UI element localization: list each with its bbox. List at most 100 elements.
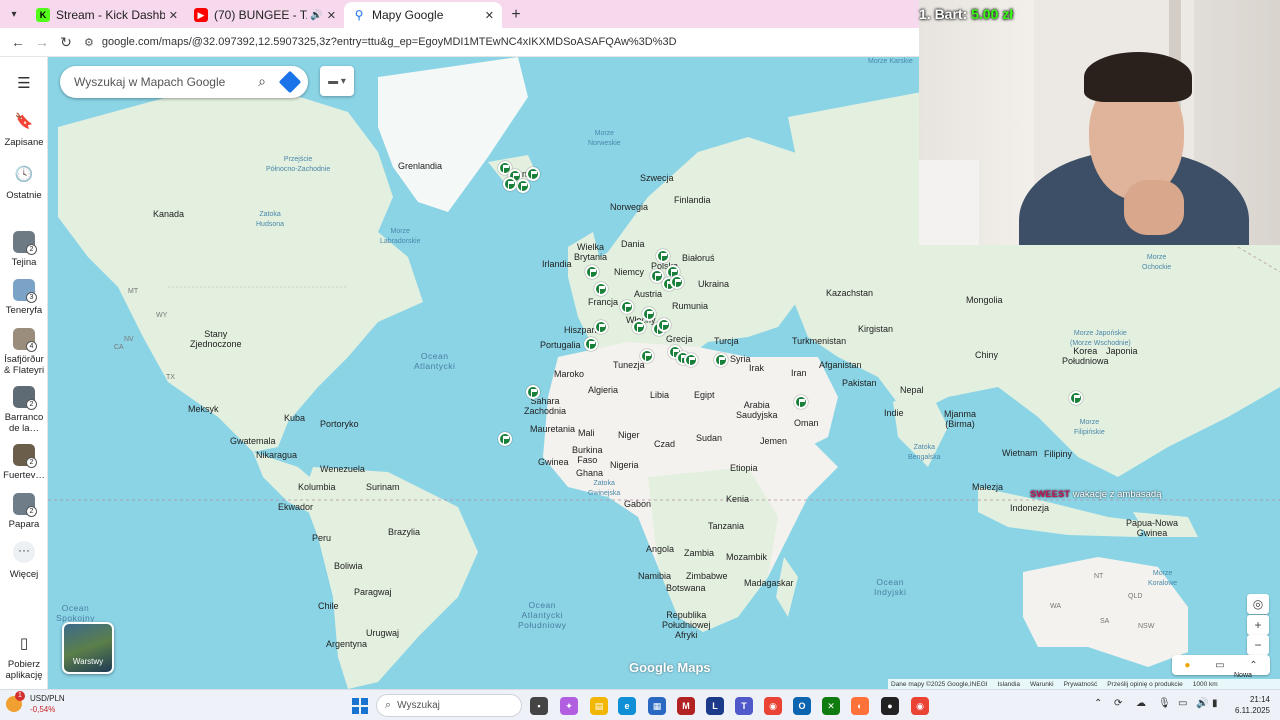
tab-youtube-bungee[interactable]: ▶ (70) BUNGEE - TAK TO LATA 🔊 ✕	[186, 2, 344, 28]
pegman-icon[interactable]: ●	[1184, 660, 1190, 671]
terms-link[interactable]: Warunki	[1030, 681, 1054, 688]
browser-tab-strip: ▾ K Stream - Kick Dashboard ✕ ▶ (70) BUN…	[0, 0, 920, 28]
tray-overflow-icon[interactable]: ⌃	[1094, 698, 1102, 709]
rail-item-papara[interactable]: 2 Papara	[0, 493, 48, 530]
saved-place-pin[interactable]	[498, 432, 512, 446]
rail-item-saved[interactable]: 🔖 Zapisane	[0, 111, 48, 148]
place-thumbnail: 2	[13, 493, 37, 517]
volume-icon[interactable]: 🔊	[1196, 698, 1208, 709]
firefox-icon[interactable]: ◐	[851, 697, 869, 715]
my-location-icon[interactable]: ◎	[1247, 594, 1269, 614]
saved-place-pin[interactable]	[526, 167, 540, 181]
saved-place-pin[interactable]	[714, 353, 728, 367]
saved-place-pin[interactable]	[794, 395, 808, 409]
system-clock[interactable]: 21:14 6.11.2025	[1226, 694, 1270, 716]
ocean-label: Ocean Spokojny	[56, 603, 95, 623]
network-icon[interactable]: ▭	[1178, 698, 1187, 709]
chrome-profile-icon[interactable]: ◉	[911, 697, 929, 715]
rail-item-teneryfa[interactable]: 3 Teneryfa	[0, 279, 48, 316]
forward-button[interactable]: →	[30, 30, 54, 54]
saved-place-pin[interactable]	[670, 275, 684, 289]
store-icon[interactable]: ▦	[648, 697, 666, 715]
saved-place-pin[interactable]	[640, 349, 654, 363]
map-label: Irlandia	[542, 259, 572, 269]
map-type-chip[interactable]: ▬ ▾	[320, 66, 354, 96]
battery-icon[interactable]: ▮	[1212, 698, 1218, 709]
tab-kick-dashboard[interactable]: K Stream - Kick Dashboard ✕	[28, 2, 186, 28]
feedback-link[interactable]: Prześlij opinię o produkcie	[1107, 681, 1183, 688]
map-label: Peru	[312, 533, 332, 543]
saved-place-pin[interactable]	[642, 307, 656, 321]
close-icon[interactable]: ✕	[327, 9, 336, 22]
cloud-icon[interactable]: ☁	[1136, 698, 1146, 709]
site-info-icon[interactable]: ⚙	[84, 36, 94, 49]
map-label: Tanzania	[708, 521, 745, 531]
privacy-link[interactable]: Prywatność	[1064, 681, 1098, 688]
zoom-in-button[interactable]: +	[1247, 615, 1269, 635]
map-label: Nepal	[900, 385, 924, 395]
close-icon[interactable]: ✕	[485, 9, 494, 22]
zoom-out-button[interactable]: −	[1247, 635, 1269, 655]
saved-place-pin[interactable]	[620, 300, 634, 314]
rail-item-fuerteventura[interactable]: 2 Fuertev…	[0, 444, 48, 481]
map-label: Libia	[650, 390, 670, 400]
microphone-icon[interactable]: 🎙	[1158, 698, 1171, 709]
rail-item-recent[interactable]: 🕓 Ostatnie	[0, 164, 48, 201]
saved-place-pin[interactable]	[656, 249, 670, 263]
map-label: Czad	[654, 439, 676, 449]
windows-start-icon[interactable]	[352, 698, 368, 714]
rail-item-tejina[interactable]: 2 Tejina	[0, 231, 48, 268]
close-icon[interactable]: ✕	[169, 9, 178, 22]
saved-place-pin[interactable]	[632, 320, 646, 334]
search-icon[interactable]: ⌕	[258, 73, 266, 90]
expand-icon[interactable]: ⌃	[1249, 660, 1257, 671]
layers-button[interactable]: Warstwy	[62, 622, 114, 674]
menu-button[interactable]: ☰	[0, 73, 48, 99]
saved-place-pin[interactable]	[585, 265, 599, 279]
saved-place-pin[interactable]	[684, 353, 698, 367]
saved-place-pin[interactable]	[1069, 391, 1083, 405]
saved-place-pin[interactable]	[657, 318, 671, 332]
mcafee-icon[interactable]: M	[677, 697, 695, 715]
saved-place-pin[interactable]	[503, 177, 517, 191]
edge-icon[interactable]: e	[618, 697, 636, 715]
stock-widget[interactable]: 1 USD/PLN -0,54%	[6, 691, 65, 715]
rail-item-barranco[interactable]: 2 Barranco de la…	[0, 386, 48, 434]
state-label: SA	[1100, 618, 1110, 625]
chrome-icon[interactable]: ◉	[764, 697, 782, 715]
l-app-icon[interactable]: L	[706, 697, 724, 715]
map-label: Turcja	[714, 336, 739, 346]
tab-google-maps[interactable]: ⚲ Mapy Google ✕	[344, 2, 502, 28]
map-label: Indonezja	[1010, 503, 1050, 513]
speaker-icon[interactable]: 🔊	[310, 10, 322, 21]
file-explorer-icon[interactable]: ▤	[590, 697, 608, 715]
rail-item-isafjordur[interactable]: 4 Ísafjörður & Flateyri	[0, 328, 48, 376]
saved-place-pin[interactable]	[516, 179, 530, 193]
xbox-icon[interactable]: ✕	[822, 697, 840, 715]
teams-icon[interactable]: T	[735, 697, 753, 715]
saved-place-pin[interactable]	[584, 337, 598, 351]
obs-icon[interactable]: ●	[881, 697, 899, 715]
outlook-icon[interactable]: O	[793, 697, 811, 715]
taskbar-search[interactable]: ⌕ Wyszukaj	[376, 694, 522, 717]
directions-icon[interactable]	[278, 70, 302, 94]
sync-icon[interactable]: ⟳	[1114, 698, 1122, 709]
state-label: MT	[128, 288, 139, 295]
terrain-thumb-icon[interactable]: ▭	[1215, 660, 1224, 671]
back-button[interactable]: ←	[6, 30, 30, 54]
rail-item-get-app[interactable]: ▯ Pobierz aplikację	[0, 633, 48, 681]
tab-search-icon[interactable]: ▾	[0, 0, 28, 28]
saved-place-pin[interactable]	[526, 385, 540, 399]
maps-search-box[interactable]: Wyszukaj w Mapach Google ⌕	[60, 66, 308, 98]
task-view-icon[interactable]: ▪	[530, 697, 548, 715]
saved-place-pin[interactable]	[594, 320, 608, 334]
rail-item-more[interactable]: ··· Więcej	[0, 541, 48, 580]
new-tab-button[interactable]: +	[502, 2, 530, 28]
donor-name: 1. Bart:	[919, 6, 968, 22]
saved-place-pin[interactable]	[594, 282, 608, 296]
map-label: Gwinea	[538, 457, 569, 467]
url-field[interactable]: ⚙ google.com/maps/@32.097392,12.5907325,…	[84, 30, 920, 54]
copilot-icon[interactable]: ✦	[560, 697, 578, 715]
reload-button[interactable]: ↻	[54, 30, 78, 54]
attribution-link[interactable]: Islandia	[998, 681, 1020, 688]
